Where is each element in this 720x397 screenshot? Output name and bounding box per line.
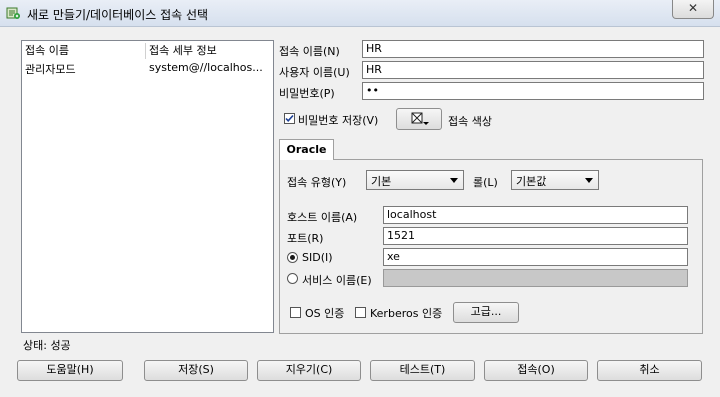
host-input[interactable]: localhost xyxy=(383,206,688,224)
conn-color-label: 접속 색상 xyxy=(448,115,492,128)
conn-type-value: 기본 xyxy=(371,175,392,188)
password-label: 비밀번호(P) xyxy=(279,87,335,100)
role-select[interactable]: 기본값 xyxy=(511,170,599,190)
title-bar: 새로 만들기/데이터베이스 접속 선택 xyxy=(0,0,720,27)
connection-details: system@//localhos... xyxy=(149,61,263,74)
check-icon xyxy=(285,114,294,122)
host-label: 호스트 이름(A) xyxy=(287,211,358,224)
test-button[interactable]: 테스트(T) xyxy=(370,360,475,381)
tab-oracle[interactable]: Oracle xyxy=(279,139,334,160)
column-header-details[interactable]: 접속 세부 정보 xyxy=(149,43,217,59)
connect-button[interactable]: 접속(O) xyxy=(484,360,588,381)
column-header-name[interactable]: 접속 이름 xyxy=(25,43,69,59)
conn-name-label: 접속 이름(N) xyxy=(279,45,340,58)
close-icon: ✕ xyxy=(687,1,699,15)
sid-label: SID(I) xyxy=(302,251,333,264)
save-password-checkbox[interactable] xyxy=(284,113,295,124)
conn-type-label: 접속 유형(Y) xyxy=(287,176,347,189)
app-icon xyxy=(6,7,20,19)
radio-selected-icon xyxy=(290,255,295,260)
user-input[interactable]: HR xyxy=(362,61,704,79)
conn-color-button[interactable] xyxy=(396,108,442,130)
chevron-down-icon xyxy=(585,178,593,183)
advanced-button[interactable]: 고급... xyxy=(453,302,519,323)
window-title: 새로 만들기/데이터베이스 접속 선택 xyxy=(27,8,209,22)
status-text: 상태: 성공 xyxy=(23,339,71,352)
close-button[interactable]: ✕ xyxy=(672,0,714,19)
os-auth-checkbox[interactable] xyxy=(290,307,301,318)
chevron-down-icon xyxy=(450,178,458,183)
column-divider xyxy=(145,43,146,59)
service-radio[interactable] xyxy=(287,273,298,284)
port-label: 포트(R) xyxy=(287,232,324,245)
save-button[interactable]: 저장(S) xyxy=(144,360,248,381)
conn-name-input[interactable]: HR xyxy=(362,40,704,58)
cancel-button[interactable]: 취소 xyxy=(597,360,702,381)
color-picker-icon xyxy=(411,112,429,125)
user-label: 사용자 이름(U) xyxy=(279,66,350,79)
sid-radio[interactable] xyxy=(287,252,298,263)
clear-button[interactable]: 지우기(C) xyxy=(257,360,361,381)
connection-list[interactable]: 접속 이름 접속 세부 정보 관리자모드 system@//localhos..… xyxy=(21,40,274,333)
save-password-label: 비밀번호 저장(V) xyxy=(298,114,379,127)
table-row[interactable]: 관리자모드 system@//localhos... xyxy=(23,60,272,78)
conn-type-select[interactable]: 기본 xyxy=(366,170,464,190)
role-value: 기본값 xyxy=(516,175,547,188)
help-button[interactable]: 도움말(H) xyxy=(17,360,123,381)
port-input[interactable]: 1521 xyxy=(383,227,688,245)
role-label: 롤(L) xyxy=(473,176,498,189)
kerberos-label: Kerberos 인증 xyxy=(370,307,443,320)
service-input xyxy=(383,269,688,287)
password-input[interactable]: •• xyxy=(362,82,704,100)
sid-input[interactable]: xe xyxy=(383,248,688,266)
kerberos-checkbox[interactable] xyxy=(355,307,366,318)
service-label: 서비스 이름(E) xyxy=(302,274,372,287)
os-auth-label: OS 인증 xyxy=(305,307,345,320)
connection-name: 관리자모드 xyxy=(25,63,76,76)
